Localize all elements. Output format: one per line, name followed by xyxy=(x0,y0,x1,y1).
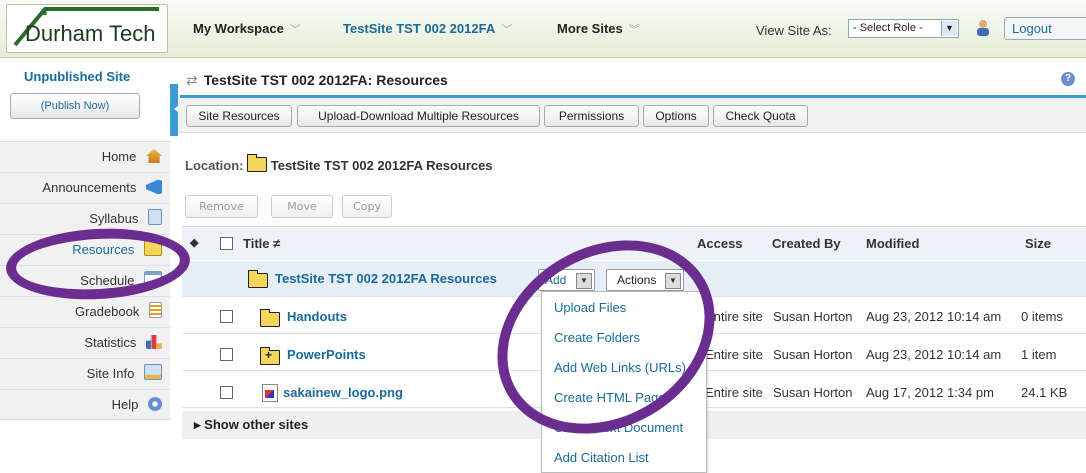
show-other-sites-label: Show other sites xyxy=(204,417,309,432)
collapse-sidebar-handle[interactable] xyxy=(170,84,178,136)
row-checkbox[interactable] xyxy=(220,386,233,399)
image-file-icon xyxy=(262,384,278,402)
syllabus-icon xyxy=(148,209,162,225)
nav-my-workspace[interactable]: My Workspace ﹀ xyxy=(193,21,301,37)
page-title: ⇄ TestSite TST 002 2012FA: Resources xyxy=(186,72,448,89)
tab-upload-download-multiple[interactable]: Upload-Download Multiple Resources xyxy=(297,105,540,127)
user-icon[interactable] xyxy=(974,19,992,37)
nav-my-workspace-label: My Workspace xyxy=(193,21,284,36)
sidebar-item-label: Site Info xyxy=(86,366,135,381)
sidebar-item-label: Home xyxy=(101,149,137,164)
location-value: TestSite TST 002 2012FA Resources xyxy=(270,158,493,173)
folder-expand-icon[interactable] xyxy=(260,347,280,365)
move-button[interactable]: Move xyxy=(271,195,333,218)
nav-more-sites-label: More Sites xyxy=(557,21,623,36)
publish-now-button[interactable]: (Publish Now) xyxy=(10,93,140,119)
sidebar-item-label: Syllabus xyxy=(89,211,139,226)
tab-permissions[interactable]: Permissions xyxy=(544,105,639,127)
size-cell: 0 items xyxy=(1021,309,1063,324)
size-cell: 1 item xyxy=(1021,347,1057,362)
double-chevron-down-icon: ︾ xyxy=(628,24,640,36)
sort-toggle-icon[interactable]: ◆ xyxy=(190,236,198,249)
folder-icon xyxy=(260,309,280,327)
root-folder-link[interactable]: TestSite TST 002 2012FA Resources xyxy=(275,271,497,286)
copy-button[interactable]: Copy xyxy=(342,195,392,218)
nav-more-sites[interactable]: More Sites ︾ xyxy=(557,21,640,37)
modified-cell: Aug 17, 2012 1:34 pm xyxy=(866,385,994,400)
nav-current-site-label: TestSite TST 002 2012FA xyxy=(343,21,496,36)
location-label: Location: xyxy=(185,158,244,173)
sidebar-item-site-info[interactable]: Site Info xyxy=(0,358,170,389)
column-size: Size xyxy=(1025,236,1052,251)
durham-tech-logo[interactable]: Durham Tech xyxy=(6,4,168,53)
dropdown-arrow-icon: ▼ xyxy=(941,21,957,36)
column-title[interactable]: Title ≠ xyxy=(243,236,280,251)
logout-button[interactable]: Logout xyxy=(1004,17,1086,40)
unpublished-site-label: Unpublished Site xyxy=(24,69,131,84)
sidebar-item-statistics[interactable]: Statistics xyxy=(0,327,170,358)
column-access: Access xyxy=(697,236,743,251)
chevron-down-icon: ﹀ xyxy=(289,24,301,36)
created-by-cell: Susan Horton xyxy=(773,347,853,362)
item-link-handouts[interactable]: Handouts xyxy=(287,309,347,324)
sidebar-item-label: Statistics xyxy=(84,335,137,350)
home-icon xyxy=(146,149,162,163)
sidebar-item-announcements[interactable]: Announcements xyxy=(0,172,170,203)
sidebar-item-home[interactable]: Home xyxy=(0,141,170,172)
page-title-text: TestSite TST 002 2012FA: Resources xyxy=(203,72,448,88)
size-cell: 24.1 KB xyxy=(1021,385,1068,400)
item-link-powerpoints[interactable]: PowerPoints xyxy=(287,347,366,362)
menu-item-add-citation-list[interactable]: Add Citation List xyxy=(554,450,649,465)
modified-cell: Aug 23, 2012 10:14 am xyxy=(866,347,1002,362)
sidebar-item-label: Announcements xyxy=(42,180,137,195)
nav-current-site[interactable]: TestSite TST 002 2012FA ﹀ xyxy=(343,21,512,37)
item-link-sakainew-logo[interactable]: sakainew_logo.png xyxy=(283,385,403,400)
modified-cell: Aug 23, 2012 10:14 am xyxy=(866,309,1002,324)
reset-arrows-icon[interactable]: ⇄ xyxy=(186,72,198,88)
row-checkbox[interactable] xyxy=(220,348,233,361)
bar-chart-icon xyxy=(146,335,162,349)
gradebook-icon xyxy=(149,302,162,318)
tab-check-quota[interactable]: Check Quota xyxy=(713,105,808,127)
role-select[interactable]: - Select Role - ▼ xyxy=(848,19,959,38)
breadcrumb: Location: TestSite TST 002 2012FA Resour… xyxy=(185,154,493,173)
remove-button[interactable]: Remove xyxy=(185,195,258,218)
help-icon[interactable]: ? xyxy=(1061,72,1075,86)
show-other-sites-bar xyxy=(705,411,1086,439)
view-site-as-label: View Site As: xyxy=(756,23,832,38)
folder-icon xyxy=(247,154,268,172)
folder-icon xyxy=(248,270,268,288)
site-info-icon xyxy=(144,364,162,380)
expand-triangle-icon: ▸ xyxy=(194,417,201,432)
sidebar-item-label: Gradebook xyxy=(75,304,140,319)
role-select-value: - Select Role - xyxy=(853,22,923,34)
chevron-down-icon: ﹀ xyxy=(501,24,513,36)
sidebar-item-help[interactable]: Help xyxy=(0,389,170,420)
column-created-by: Created By xyxy=(772,236,841,251)
tab-options[interactable]: Options xyxy=(643,105,709,127)
column-modified: Modified xyxy=(866,236,920,251)
created-by-cell: Susan Horton xyxy=(773,309,853,324)
select-all-checkbox[interactable] xyxy=(220,237,233,250)
access-cell: Entire site xyxy=(705,385,763,400)
row-checkbox[interactable] xyxy=(220,310,233,323)
created-by-cell: Susan Horton xyxy=(773,385,853,400)
help-icon xyxy=(148,397,162,411)
top-navigation-bar: Durham Tech My Workspace ﹀ TestSite TST 0… xyxy=(0,0,1086,58)
access-cell: Entire site xyxy=(705,347,763,362)
sidebar-item-gradebook[interactable]: Gradebook xyxy=(0,296,170,327)
sidebar-item-label: Help xyxy=(111,397,139,412)
megaphone-icon xyxy=(146,180,162,194)
show-other-sites-toggle[interactable]: ▸ Show other sites xyxy=(182,411,540,439)
tab-site-resources[interactable]: Site Resources xyxy=(186,105,292,127)
logo-text: Durham Tech xyxy=(25,21,156,46)
